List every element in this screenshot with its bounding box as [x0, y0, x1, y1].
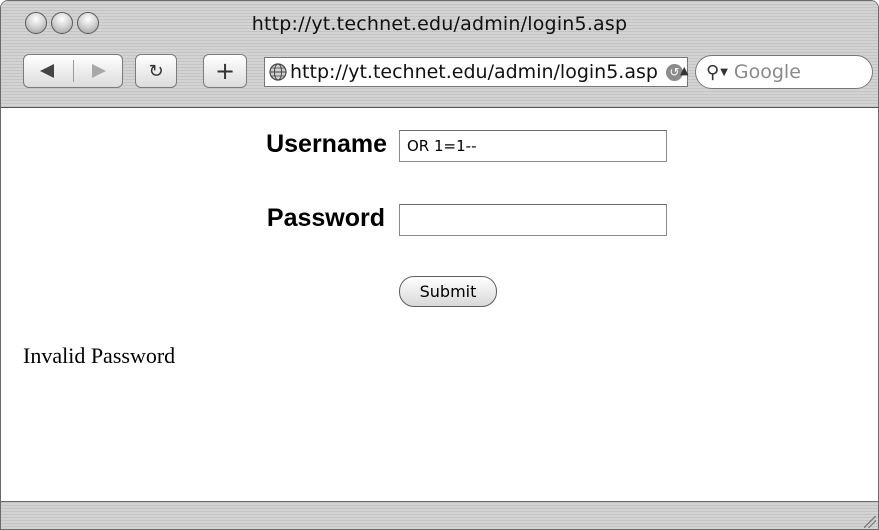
address-bar[interactable]: http://yt.technet.edu/admin/login5.asp ↺: [264, 57, 688, 87]
search-placeholder: Google: [733, 61, 801, 83]
username-label: Username: [266, 130, 387, 158]
plus-icon: +: [214, 57, 236, 85]
globe-icon: [269, 63, 287, 81]
forward-arrow-icon: [91, 64, 106, 78]
back-forward-control: [23, 54, 123, 88]
search-field[interactable]: ⚲ ▼ Google: [695, 55, 873, 89]
back-button[interactable]: [24, 55, 73, 87]
add-bookmark-button[interactable]: +: [203, 54, 247, 88]
status-bar: [1, 501, 878, 529]
reload-icon: ↻: [148, 60, 164, 82]
forward-button[interactable]: [73, 55, 122, 87]
url-text: http://yt.technet.edu/admin/login5.asp: [290, 61, 658, 83]
search-icon: ⚲: [706, 61, 720, 83]
page-content: Username OR 1=1-- Password Submit Invali…: [1, 108, 878, 501]
resize-grip-icon[interactable]: [864, 516, 876, 528]
browser-window: http://yt.technet.edu/admin/login5.asp ↻…: [0, 0, 879, 530]
search-menu-chevron-icon[interactable]: ▼: [720, 67, 728, 78]
password-label: Password: [266, 204, 385, 232]
error-message: Invalid Password: [23, 343, 176, 368]
reload-button[interactable]: ↻: [135, 54, 177, 88]
password-input[interactable]: [399, 204, 667, 236]
username-input[interactable]: OR 1=1--: [399, 130, 667, 162]
url-dropdown-icon[interactable]: ▲: [680, 64, 688, 77]
window-title: http://yt.technet.edu/admin/login5.asp: [251, 13, 628, 35]
submit-button[interactable]: Submit: [399, 276, 497, 307]
back-arrow-icon: [40, 64, 55, 78]
browser-toolbar: http://yt.technet.edu/admin/login5.asp ↻…: [1, 1, 878, 108]
